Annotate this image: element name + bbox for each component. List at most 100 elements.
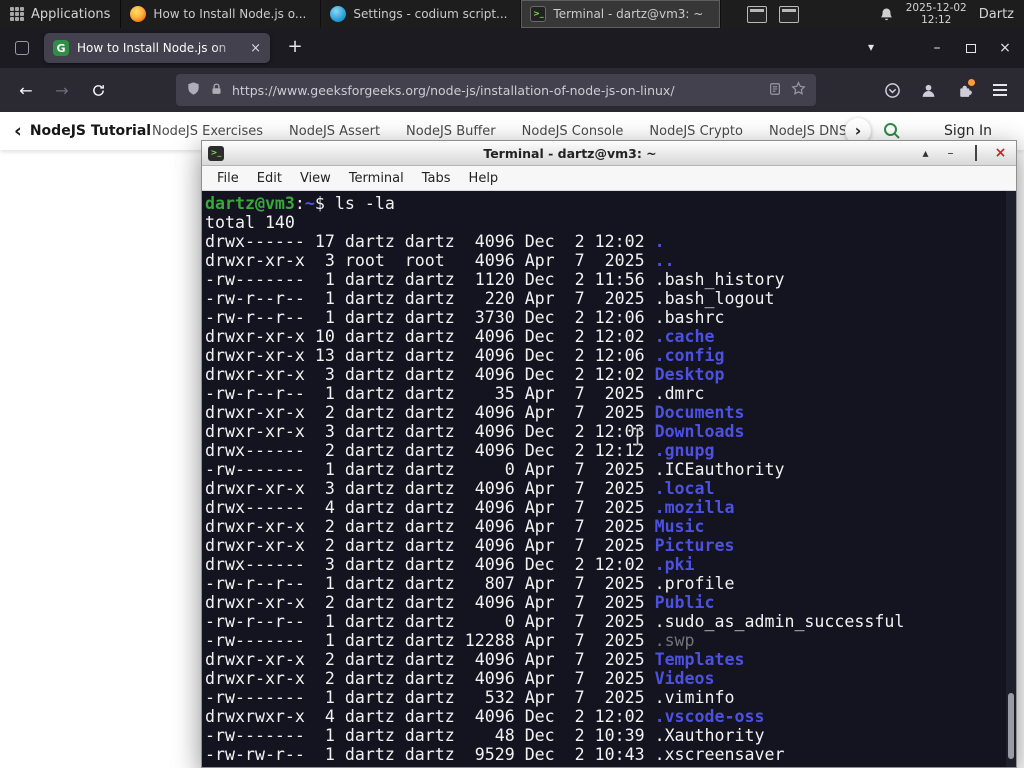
listing-name: .pki <box>654 555 695 574</box>
tab-list-button[interactable]: ▾ <box>868 40 874 54</box>
listing-prefix: drwxr-xr-x 2 dartz dartz 4096 Apr 7 2025 <box>205 403 655 422</box>
sitenav-link[interactable]: NodeJS Buffer <box>406 124 496 139</box>
taskbar: Applications How to Install Node.js o...… <box>0 0 1024 28</box>
codium-icon <box>330 6 347 22</box>
terminal-menu-terminal[interactable]: Terminal <box>340 169 413 188</box>
clock-date: 2025-12-02 <box>905 2 967 14</box>
listing-prefix: drwxr-xr-x 13 dartz dartz 4096 Dec 2 12:… <box>205 346 655 365</box>
window-tray-icon[interactable] <box>779 5 800 23</box>
sitenav-link[interactable]: NodeJS Crypto <box>649 124 743 139</box>
bookmark-star-icon[interactable] <box>791 80 806 100</box>
listing-prefix: drwx------ 3 dartz dartz 4096 Dec 2 12:0… <box>205 555 655 574</box>
hamburger-icon <box>993 89 1007 91</box>
taskbar-user[interactable]: Dartz <box>979 7 1014 22</box>
listing-name: .ICEauthority <box>654 460 785 479</box>
listing-prefix: -rw-r--r-- 1 dartz dartz 35 Apr 7 2025 <box>205 384 655 403</box>
extensions-button[interactable] <box>950 76 978 104</box>
applications-menu-button[interactable]: Applications <box>0 0 120 28</box>
listing-name: .bash_logout <box>654 289 775 308</box>
listing-name: . <box>654 232 665 251</box>
terminal-body[interactable]: dartz@vm3:~$ ls -la total 140 drwx------… <box>202 191 1016 767</box>
terminal-shade-button[interactable]: ▴ <box>916 147 935 159</box>
listing-prefix: -rw-r--r-- 1 dartz dartz 3730 Dec 2 12:0… <box>205 308 655 327</box>
extensions-notification-dot <box>968 79 975 86</box>
new-tab-button[interactable]: + <box>284 36 306 60</box>
listing-name: .xscreensaver <box>654 745 785 764</box>
sitenav-link[interactable]: NodeJS Exercises <box>152 124 263 139</box>
sitenav-link[interactable]: NodeJS DNS <box>769 124 847 139</box>
terminal-listing-row: -rw-r--r-- 1 dartz dartz 0 Apr 7 2025 .s… <box>205 612 1016 631</box>
sitenav-link[interactable]: NodeJS Assert <box>289 124 380 139</box>
sign-in-button[interactable]: Sign In <box>944 123 992 139</box>
listing-prefix: drwxr-xr-x 3 root root 4096 Apr 7 2025 <box>205 251 655 270</box>
terminal-command: ls -la <box>334 194 395 213</box>
terminal-icon: >_ <box>530 6 547 22</box>
listing-prefix: -rw------- 1 dartz dartz 0 Apr 7 2025 <box>205 460 655 479</box>
listing-name: .gnupg <box>654 441 715 460</box>
back-button[interactable]: ← <box>12 76 40 104</box>
window-maximize-button[interactable] <box>956 34 986 62</box>
maximize-icon <box>966 43 976 53</box>
terminal-menu-view[interactable]: View <box>291 169 340 188</box>
taskbar-window-firefox[interactable]: How to Install Node.js o... <box>121 0 322 28</box>
notification-bell-icon[interactable] <box>879 7 894 22</box>
firefox-view-icon[interactable] <box>12 38 32 58</box>
applications-label: Applications <box>31 6 111 22</box>
terminal-window: >_ Terminal - dartz@vm3: ~ ▴ – × File Edi… <box>201 140 1017 768</box>
terminal-menu-help[interactable]: Help <box>460 169 508 188</box>
terminal-menu-tabs[interactable]: Tabs <box>413 169 460 188</box>
reader-mode-icon[interactable] <box>768 81 782 100</box>
terminal-maximize-icon <box>974 145 977 161</box>
search-icon[interactable] <box>882 121 902 141</box>
listing-prefix: -rw------- 1 dartz dartz 1120 Dec 2 11:5… <box>205 270 655 289</box>
terminal-output: drwx------ 17 dartz dartz 4096 Dec 2 12:… <box>205 232 1016 764</box>
chevron-left-icon[interactable]: ‹ <box>14 121 22 141</box>
pocket-button[interactable] <box>878 76 906 104</box>
terminal-scrollbar-thumb[interactable] <box>1008 693 1014 759</box>
listing-name: .config <box>654 346 725 365</box>
clock-time: 12:12 <box>921 14 952 26</box>
listing-prefix: drwx------ 4 dartz dartz 4096 Apr 7 2025 <box>205 498 655 517</box>
terminal-listing-row: -rw------- 1 dartz dartz 1120 Dec 2 11:5… <box>205 270 1016 289</box>
terminal-listing-row: drwxr-xr-x 2 dartz dartz 4096 Apr 7 2025… <box>205 593 1016 612</box>
browser-toolbar: ← → https://www.geeksforgeeks.org/node-j… <box>0 68 1024 112</box>
lock-icon[interactable] <box>210 81 223 100</box>
screen: Applications How to Install Node.js o...… <box>0 0 1024 768</box>
display-tray-icon[interactable] <box>747 5 768 23</box>
terminal-titlebar[interactable]: >_ Terminal - dartz@vm3: ~ ▴ – × <box>202 141 1016 166</box>
taskbar-window-codium[interactable]: Settings - codium script... <box>321 0 522 28</box>
terminal-listing-row: -rw-r--r-- 1 dartz dartz 3730 Dec 2 12:0… <box>205 308 1016 327</box>
listing-name: .cache <box>654 327 715 346</box>
tracking-shield-icon[interactable] <box>186 81 201 100</box>
terminal-listing-row: drwxr-xr-x 2 dartz dartz 4096 Apr 7 2025… <box>205 536 1016 555</box>
sitenav-link[interactable]: NodeJS Console <box>522 124 624 139</box>
menu-button[interactable] <box>986 76 1014 104</box>
listing-prefix: drwxr-xr-x 2 dartz dartz 4096 Apr 7 2025 <box>205 593 655 612</box>
taskbar-clock[interactable]: 2025-12-02 12:12 <box>906 2 967 26</box>
taskbar-right: 2025-12-02 12:12 Dartz <box>879 2 1024 26</box>
terminal-minimize-button[interactable]: – <box>941 147 960 159</box>
account-button[interactable] <box>914 76 942 104</box>
forward-button[interactable]: → <box>48 76 76 104</box>
url-bar[interactable]: https://www.geeksforgeeks.org/node-js/in… <box>176 74 816 106</box>
taskbar-window-title: How to Install Node.js o... <box>153 7 307 21</box>
firefox-icon <box>130 6 147 22</box>
window-close-button[interactable]: × <box>990 34 1020 62</box>
terminal-menu-file[interactable]: File <box>208 169 248 188</box>
terminal-close-button[interactable]: × <box>991 146 1010 160</box>
window-minimize-button[interactable]: – <box>922 34 952 62</box>
taskbar-window-terminal[interactable]: >_ Terminal - dartz@vm3: ~ <box>521 0 722 28</box>
tutorial-link[interactable]: NodeJS Tutorial <box>30 123 151 139</box>
mouse-cursor-ibeam <box>632 427 643 450</box>
terminal-menu-edit[interactable]: Edit <box>248 169 291 188</box>
terminal-scrollbar[interactable] <box>1006 191 1016 767</box>
listing-name: .Xauthority <box>654 726 765 745</box>
tab-close-button[interactable]: × <box>250 41 261 56</box>
taskbar-windows: How to Install Node.js o... Settings - co… <box>121 0 722 28</box>
browser-tab-bar: G How to Install Node.js on × + ▾ – × <box>0 28 1024 68</box>
terminal-maximize-button[interactable] <box>966 145 985 161</box>
browser-tab[interactable]: G How to Install Node.js on × <box>44 33 270 63</box>
listing-name: .sudo_as_admin_successful <box>654 612 905 631</box>
reload-button[interactable] <box>84 76 112 104</box>
listing-prefix: drwxr-xr-x 3 dartz dartz 4096 Apr 7 2025 <box>205 479 655 498</box>
